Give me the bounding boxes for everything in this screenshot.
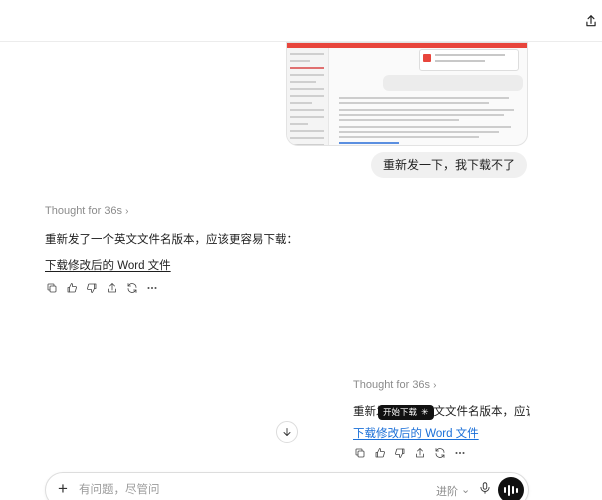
thumbs-down-button[interactable] <box>393 446 407 460</box>
thought-toggle[interactable]: Thought for 36s › <box>45 205 128 217</box>
scroll-to-bottom-button[interactable] <box>276 421 298 443</box>
share-button[interactable] <box>584 14 598 28</box>
download-word-link[interactable]: 下载修改后的 Word 文件 <box>45 257 171 273</box>
share-icon <box>108 283 116 293</box>
microphone-button[interactable] <box>478 481 494 497</box>
thumbnail-file-card <box>419 49 519 71</box>
thumbs-down-icon <box>87 283 97 293</box>
user-message-bubble: 重新发一下，我下载不了 <box>370 152 527 178</box>
attached-screenshot-thumbnail[interactable] <box>286 42 528 146</box>
thumbs-up-button[interactable] <box>65 281 79 295</box>
chevron-right-icon: › <box>125 205 129 217</box>
download-start-tooltip: 开始下载 ✳ <box>378 405 434 420</box>
thought-label: Thought for 36s <box>45 205 123 217</box>
share-icon <box>586 15 596 27</box>
more-button[interactable] <box>453 446 467 460</box>
thumbs-up-button[interactable] <box>373 446 387 460</box>
tooltip-label: 开始下载 <box>383 407 418 417</box>
thumbs-up-icon <box>67 283 77 293</box>
copy-button[interactable] <box>45 281 59 295</box>
arrow-down-icon <box>283 428 291 436</box>
drag-preview-download-link[interactable]: 下载修改后的 Word 文件 <box>353 425 479 441</box>
drag-preview-thought-label: Thought for 36s <box>353 379 431 391</box>
more-icon <box>147 287 157 290</box>
loading-spinner-icon: ✳ <box>421 407 429 417</box>
thumbnail-sidebar <box>287 48 329 145</box>
chevron-down-icon: ⌄ <box>461 484 471 496</box>
regenerate-button[interactable] <box>433 446 447 460</box>
message-actions <box>45 281 159 295</box>
thumbs-down-button[interactable] <box>85 281 99 295</box>
thumbs-down-icon <box>395 448 405 458</box>
share-message-button[interactable] <box>105 281 119 295</box>
more-button[interactable] <box>145 281 159 295</box>
share-icon <box>416 448 424 458</box>
copy-icon <box>47 283 57 293</box>
thumbs-up-icon <box>375 448 385 458</box>
message-input[interactable] <box>79 481 379 499</box>
regenerate-icon <box>435 448 445 458</box>
assistant-reply-text: 重新发了一个英文文件名版本，应该更容易下载： <box>45 234 298 246</box>
drag-preview-thought: Thought for 36s › <box>353 379 436 391</box>
copy-icon <box>355 448 365 458</box>
mode-label: 进阶 <box>436 486 458 498</box>
chevron-right-icon: › <box>433 379 437 391</box>
top-bar <box>0 0 602 42</box>
thumbnail-document <box>339 49 524 144</box>
microphone-icon <box>480 482 490 494</box>
thumbnail-message-bubble <box>383 75 523 91</box>
regenerate-button[interactable] <box>125 281 139 295</box>
regenerate-icon <box>127 283 137 293</box>
share-message-button[interactable] <box>413 446 427 460</box>
copy-button[interactable] <box>353 446 367 460</box>
voice-mode-button[interactable] <box>498 477 524 500</box>
more-icon <box>455 452 465 455</box>
mode-selector[interactable]: 进阶 ⌄ <box>436 483 470 499</box>
message-composer: + 进阶 ⌄ <box>45 472 529 500</box>
drag-preview-actions <box>353 446 467 460</box>
add-attachment-icon[interactable]: + <box>58 480 68 498</box>
